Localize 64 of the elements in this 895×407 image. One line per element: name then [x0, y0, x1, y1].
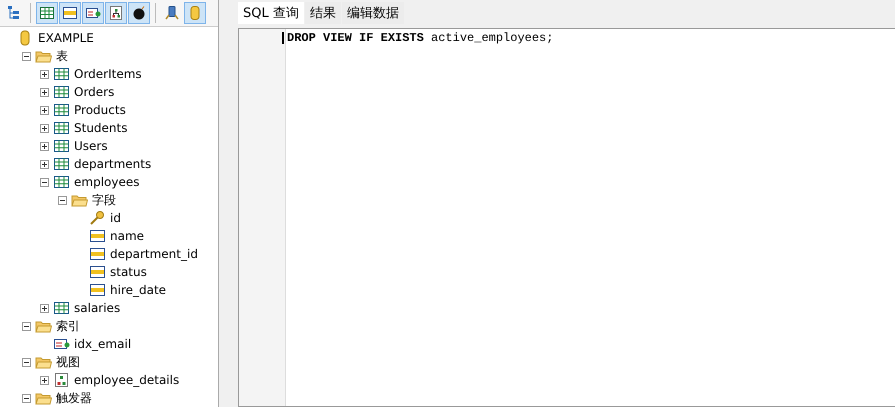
tree-item[interactable]: OrderItems — [74, 67, 142, 81]
table-icon — [53, 300, 70, 316]
tab[interactable]: 结果 — [304, 2, 341, 24]
tree-item[interactable]: 表 — [56, 48, 68, 64]
table-icon — [53, 84, 70, 100]
tree-icon — [6, 5, 22, 21]
key-icon — [89, 210, 106, 226]
expander-icon[interactable] — [22, 394, 31, 402]
index-toolbar-button[interactable] — [82, 2, 104, 24]
index-icon — [85, 5, 101, 21]
column-icon — [89, 282, 106, 298]
table-icon — [53, 174, 70, 190]
expander-icon[interactable] — [40, 70, 49, 78]
expander-icon[interactable] — [40, 304, 49, 312]
view-icon — [108, 5, 124, 21]
expander-icon[interactable] — [58, 196, 67, 204]
expander-icon[interactable] — [40, 124, 49, 132]
expander-icon[interactable] — [40, 88, 49, 96]
tree-item[interactable]: Students — [74, 121, 128, 135]
tree-item[interactable]: id — [110, 211, 121, 225]
view-toolbar-button[interactable] — [105, 2, 127, 24]
tree-item[interactable]: EXAMPLE — [38, 31, 94, 45]
tree-item[interactable]: 触发器 — [56, 390, 92, 406]
expander-icon[interactable] — [40, 106, 49, 114]
tree-item[interactable]: hire_date — [110, 283, 166, 297]
expander-icon[interactable] — [40, 178, 49, 186]
column-toolbar-button[interactable] — [59, 2, 81, 24]
view-icon — [53, 372, 70, 388]
code-line: DROP VIEW IF EXISTS active_employees; — [287, 30, 554, 44]
tree-item[interactable]: status — [110, 265, 147, 279]
expander-icon[interactable] — [40, 160, 49, 168]
tab[interactable]: SQL 查询 — [238, 2, 304, 24]
table-icon — [53, 138, 70, 154]
column-icon — [62, 5, 78, 21]
expander-icon[interactable] — [40, 142, 49, 150]
table-icon — [53, 102, 70, 118]
column-icon — [89, 246, 106, 262]
tree-item[interactable]: departments — [74, 157, 152, 171]
column-icon — [89, 228, 106, 244]
tree-item[interactable]: 索引 — [56, 318, 80, 334]
expander-icon[interactable] — [22, 358, 31, 366]
tree-item[interactable]: employees — [74, 175, 140, 189]
table-icon — [53, 156, 70, 172]
tree-item[interactable]: 视图 — [56, 354, 80, 370]
expander-icon[interactable] — [22, 52, 31, 60]
tree-item[interactable]: 字段 — [92, 192, 116, 208]
tree-item[interactable]: Orders — [74, 85, 114, 99]
expander-icon[interactable] — [40, 376, 49, 384]
expander-icon[interactable] — [22, 322, 31, 330]
tree-item[interactable]: Users — [74, 139, 108, 153]
tab[interactable]: 编辑数据 — [342, 2, 404, 24]
table-icon — [53, 66, 70, 82]
tree-item[interactable]: employee_details — [74, 373, 180, 387]
tree-item[interactable]: name — [110, 229, 144, 243]
table-toolbar-button[interactable] — [36, 2, 58, 24]
sql-editor[interactable]: DROP VIEW IF EXISTS active_employees; — [238, 28, 895, 407]
index-icon — [53, 336, 70, 352]
tree-item[interactable]: idx_email — [74, 337, 132, 351]
table-icon — [53, 120, 70, 136]
column-icon — [89, 264, 106, 280]
tree-item[interactable]: Products — [74, 103, 126, 117]
tree-item[interactable]: department_id — [110, 247, 198, 261]
table-icon — [39, 5, 55, 21]
tree-item[interactable]: salaries — [74, 301, 120, 315]
